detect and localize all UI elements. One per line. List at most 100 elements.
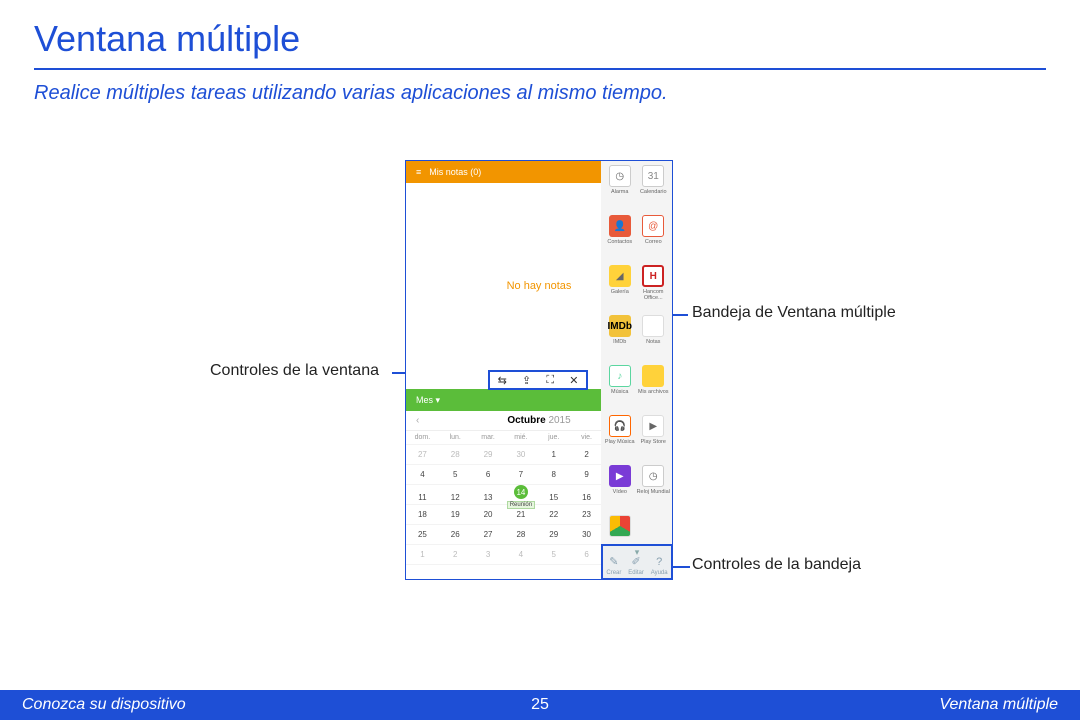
multiwindow-tray[interactable]: ◷ Alarma 31Calendario👤Contactos@ Correo ◢ Gal… <box>601 161 672 579</box>
close-icon[interactable]: ✕ <box>569 374 578 387</box>
calendar-cell[interactable]: 13 <box>472 493 505 502</box>
calendar-cell[interactable]: 7 <box>504 470 537 479</box>
calendar-cell[interactable]: 30 <box>570 530 603 539</box>
calendar-cell[interactable]: 1 <box>406 550 439 559</box>
calendar-cell[interactable]: 29 <box>472 450 505 459</box>
tray-app[interactable]: ◷ Reloj Mundial <box>637 465 671 513</box>
pstore-icon: ▶ <box>642 415 664 437</box>
tray-app[interactable]: @ Correo <box>637 215 671 263</box>
calendar-year: 2015 <box>548 415 570 426</box>
calendar-cell[interactable]: 21 <box>504 510 537 519</box>
calendar-cell[interactable]: 16 <box>570 493 603 502</box>
calendar-cell[interactable]: 6 <box>472 470 505 479</box>
tray-help-button[interactable]: ?Ayuda <box>651 556 668 576</box>
calendar-cell[interactable]: 26 <box>439 530 472 539</box>
tray-app[interactable]: ♪Música <box>603 365 637 413</box>
calendar-cell[interactable]: 25 <box>406 530 439 539</box>
tray-app-label: Correo <box>645 239 662 245</box>
calendar-cell[interactable]: 9 <box>570 470 603 479</box>
tray-app-label: Notas <box>646 339 660 345</box>
calendar-cell[interactable]: 22 <box>537 510 570 519</box>
calendar-cell[interactable]: 6 <box>570 550 603 559</box>
calendar-cell[interactable]: 4 <box>504 550 537 559</box>
tray-app[interactable]: 🎧 Play Música <box>603 415 637 463</box>
prev-month-icon[interactable]: ‹ <box>416 415 419 426</box>
clock-icon: ◷ <box>609 165 631 187</box>
tray-app-label: Play Música <box>605 439 635 445</box>
hancom-icon: H <box>642 265 664 287</box>
calendar-cell[interactable]: 29 <box>537 530 570 539</box>
calendar-cell[interactable]: 15 <box>537 493 570 502</box>
notes-icon <box>642 315 664 337</box>
calendar-cell[interactable]: 23 <box>570 510 603 519</box>
tray-controls[interactable]: ▾ ✎Crear ✐Editar ?Ayuda <box>601 544 673 580</box>
tray-app-label: Galería <box>611 289 629 295</box>
page-footer: Conozca su dispositivo 25 Ventana múltip… <box>0 690 1080 720</box>
calendar-cell[interactable]: 18 <box>406 510 439 519</box>
page-title: Ventana múltiple <box>0 0 1080 68</box>
calendar-cell[interactable]: 2 <box>570 450 603 459</box>
tray-app-label: Alarma <box>611 189 628 195</box>
reloj-icon: ◷ <box>642 465 664 487</box>
footer-page-number: 25 <box>531 696 549 714</box>
tray-app[interactable]: ▶Vídeo <box>603 465 637 513</box>
tray-app[interactable]: 31Calendario <box>637 165 671 213</box>
menu-icon[interactable]: ≡ <box>416 167 421 177</box>
tray-edit-button[interactable]: ✐Editar <box>628 555 644 576</box>
mail-icon: @ <box>642 215 664 237</box>
calendar-day-head: mié. <box>504 434 537 441</box>
calendar-cell[interactable]: 12 <box>439 493 472 502</box>
calendar-cell[interactable]: 5 <box>537 550 570 559</box>
calendar-cell[interactable]: 2 <box>439 550 472 559</box>
tray-app-label: Reloj Mundial <box>637 489 670 495</box>
switch-icon[interactable]: ⇪ <box>522 374 531 387</box>
calendar-cell[interactable]: 4 <box>406 470 439 479</box>
files-icon <box>642 365 664 387</box>
calendar-day-head: mar. <box>472 434 505 441</box>
calendar-cell[interactable]: 3 <box>472 550 505 559</box>
calendar-cell[interactable]: 19 <box>439 510 472 519</box>
tablet-screenshot: ≡ Mis notas (0) No hay notas ⇆ ⇪ ⛶ ✕ Mes… <box>405 160 673 580</box>
tray-app-label: IMDb <box>613 339 626 345</box>
calendar-day-head: dom. <box>406 434 439 441</box>
calendar-cell[interactable]: 28 <box>439 450 472 459</box>
calendar-cell[interactable]: 11 <box>406 493 439 502</box>
footer-left: Conozca su dispositivo <box>22 696 186 714</box>
tray-app[interactable]: Notas <box>637 315 671 363</box>
tray-app[interactable]: ◷ Alarma <box>603 165 637 213</box>
page-subtitle: Realice múltiples tareas utilizando vari… <box>0 82 1080 105</box>
tray-handle-icon[interactable]: ▾ <box>635 547 640 558</box>
calendar-cell[interactable]: 30 <box>504 450 537 459</box>
gallery-icon: ◢ <box>609 265 631 287</box>
tray-create-button[interactable]: ✎Crear <box>606 555 621 576</box>
tray-app[interactable]: IMDb IMDb <box>603 315 637 363</box>
imdb-icon: IMDb <box>609 315 631 337</box>
footer-right: Ventana múltiple <box>939 696 1058 714</box>
calendar-cell[interactable]: 20 <box>472 510 505 519</box>
calendar-cell[interactable]: 1 <box>537 450 570 459</box>
tray-app-label: Hancom Office... <box>637 289 671 301</box>
calendar-cell[interactable]: 5 <box>439 470 472 479</box>
calendar-cell[interactable]: 27 <box>406 450 439 459</box>
notes-header-text: Mis notas (0) <box>429 167 481 177</box>
calendar-cell[interactable]: 8 <box>537 470 570 479</box>
swap-icon[interactable]: ⇆ <box>498 374 507 387</box>
tray-app[interactable]: Mis archivos <box>637 365 671 413</box>
multiwindow-toolbar[interactable]: ⇆ ⇪ ⛶ ✕ <box>488 370 588 390</box>
callout-tray: Bandeja de Ventana múltiple <box>692 304 896 322</box>
tray-app[interactable]: ▶ Play Store <box>637 415 671 463</box>
calendar-cell[interactable]: 14Reunión <box>504 485 537 509</box>
chrome-icon <box>609 515 631 537</box>
tray-app-label: Contactos <box>607 239 632 245</box>
tray-app[interactable]: ◢ Galería <box>603 265 637 313</box>
expand-icon[interactable]: ⛶ <box>546 374 554 387</box>
pmusic-icon: 🎧 <box>609 415 631 437</box>
calendar-cell[interactable]: 27 <box>472 530 505 539</box>
calendar-cell[interactable]: 28 <box>504 530 537 539</box>
tray-app-label: Vídeo <box>613 489 627 495</box>
notes-empty-text: No hay notas <box>507 280 572 292</box>
tray-app[interactable]: 👤Contactos <box>603 215 637 263</box>
calendar-day-head: jue. <box>537 434 570 441</box>
tray-app[interactable]: H Hancom Office... <box>637 265 671 313</box>
tray-app-label: Play Store <box>641 439 666 445</box>
